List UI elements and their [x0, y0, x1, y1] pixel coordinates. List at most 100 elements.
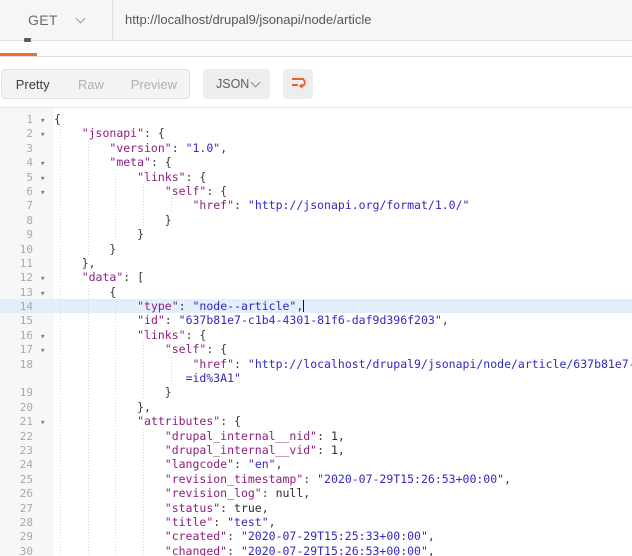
- preview-button[interactable]: Preview: [119, 70, 189, 98]
- indent-guides: [54, 140, 110, 156]
- line-number: 2: [26, 127, 33, 141]
- line-number: 7: [26, 199, 33, 213]
- line-number: 28: [19, 515, 33, 529]
- indent-guides: [54, 241, 110, 256]
- indent-guides: [54, 457, 165, 472]
- line-number: 10: [19, 242, 33, 256]
- line-number: 4: [26, 156, 33, 170]
- language-dropdown[interactable]: JSON: [203, 69, 270, 99]
- code-line[interactable]: 26 "revision_log": null,: [0, 486, 632, 501]
- json-token: ,: [337, 428, 345, 443]
- json-token: "changed": [164, 543, 228, 556]
- line-number: 12: [19, 271, 33, 285]
- code-line[interactable]: 24 "langcode": "en",: [0, 457, 632, 472]
- json-token: ,: [275, 457, 283, 472]
- code-line[interactable]: 19 }: [0, 385, 632, 400]
- code-line[interactable]: 29 "created": "2020-07-29T15:25:33+00:00…: [0, 529, 632, 544]
- line-number: 1: [26, 113, 33, 126]
- code-line[interactable]: 13 ▾ {: [0, 284, 632, 300]
- indent-guides: [54, 471, 165, 487]
- json-token: : {: [150, 155, 172, 170]
- raw-button[interactable]: Raw: [63, 70, 118, 98]
- line-number: 6: [26, 184, 33, 198]
- indent-guides: [54, 270, 82, 285]
- line-number: 13: [19, 285, 33, 299]
- code-line[interactable]: 27 "status": true,: [0, 500, 632, 515]
- response-tab-strip: [0, 38, 632, 57]
- json-token: :: [178, 299, 193, 314]
- json-token: "id": [137, 313, 165, 328]
- json-token: : {: [206, 183, 228, 198]
- indent-guides: [54, 543, 165, 556]
- json-token: "version": [109, 140, 172, 155]
- json-token: "created": [164, 529, 228, 544]
- code-line[interactable]: =id%3A1": [0, 371, 632, 386]
- code-line[interactable]: 30 "changed": "2020-07-29T15:26:53+00:00…: [0, 543, 632, 556]
- indent-guides: [54, 255, 82, 271]
- code-line[interactable]: 22 "drupal_internal__nid": 1,: [0, 428, 632, 443]
- json-token: :: [234, 198, 248, 213]
- json-token: ,: [296, 299, 304, 314]
- line-number: 8: [26, 213, 33, 227]
- code-line[interactable]: 10 }: [0, 241, 632, 256]
- json-token: "meta": [109, 155, 151, 170]
- indent-guides: [54, 414, 138, 429]
- json-token: "2020-07-29T15:25:33+00:00": [240, 529, 428, 544]
- indent-guides: [54, 313, 138, 328]
- code-line[interactable]: 11 },: [0, 255, 632, 271]
- pretty-button[interactable]: Pretty: [2, 70, 63, 98]
- indent-guides: [54, 356, 193, 372]
- code-line[interactable]: 20 },: [0, 399, 632, 415]
- code-line[interactable]: 15 "id": "637b81e7-c1b4-4301-81f6-daf9d3…: [0, 313, 632, 328]
- code-line[interactable]: 5 ▾ "links": {: [0, 169, 632, 184]
- json-token: ,: [261, 500, 269, 515]
- json-token: =id%3A1": [185, 371, 241, 386]
- view-mode-toggle: Pretty Raw Preview: [1, 69, 190, 99]
- json-token: : {: [185, 327, 207, 342]
- json-token: "revision_timestamp": [164, 471, 304, 486]
- json-token: "self": [164, 183, 207, 198]
- response-body[interactable]: 1 ▾{2 ▾ "jsonapi": {3 "version": "1.0", 4 ▾ …: [0, 108, 632, 556]
- json-token: :: [227, 543, 241, 556]
- indent-guides: [54, 169, 138, 184]
- code-line[interactable]: 3 "version": "1.0",: [0, 140, 632, 156]
- code-line[interactable]: 21 ▾ "attributes": {: [0, 414, 632, 429]
- indent-guides: [54, 327, 138, 343]
- method-dropdown[interactable]: GET: [0, 0, 113, 40]
- code-line[interactable]: 9 }: [0, 227, 632, 242]
- code-line[interactable]: 28 "title": "test",: [0, 514, 632, 530]
- json-token: :: [164, 313, 179, 328]
- json-token: ,: [441, 313, 449, 328]
- json-token: :: [213, 514, 228, 529]
- code-line[interactable]: 16 ▾ "links": {: [0, 327, 632, 343]
- code-line[interactable]: 1 ▾{: [0, 112, 632, 126]
- indent-guides: [54, 500, 165, 515]
- json-token: "test": [227, 514, 269, 529]
- json-token: :: [261, 486, 276, 501]
- json-token: :: [234, 457, 248, 472]
- code-line[interactable]: 14 "type": "node--article",: [0, 299, 632, 314]
- text-cursor: [303, 300, 305, 313]
- code-line[interactable]: 17 ▾ "self": {: [0, 342, 632, 357]
- json-token: 1: [330, 428, 338, 443]
- code-line[interactable]: 2 ▾ "jsonapi": {: [0, 126, 632, 141]
- code-line[interactable]: 4 ▾ "meta": {: [0, 155, 632, 170]
- code-line[interactable]: 18 "href": "http://localhost/drupal9/jso…: [0, 356, 632, 372]
- code-line[interactable]: 8 }: [0, 212, 632, 228]
- indent-guides: [54, 183, 165, 199]
- code-line[interactable]: 25 "revision_timestamp": "2020-07-29T15:…: [0, 471, 632, 487]
- wrap-text-icon: [289, 74, 307, 95]
- indent-guides: [54, 155, 110, 170]
- code-line[interactable]: 12 ▾ "data": [: [0, 270, 632, 285]
- indent-guides: [54, 371, 186, 386]
- json-token: 1: [330, 442, 338, 457]
- wrap-text-button[interactable]: [283, 69, 313, 99]
- json-token: "langcode": [164, 457, 235, 472]
- json-token: "title": [164, 514, 214, 529]
- json-token: :: [317, 428, 331, 443]
- url-input[interactable]: [125, 0, 625, 40]
- code-line[interactable]: 7 "href": "http://jsonapi.org/format/1.0…: [0, 198, 632, 213]
- code-line[interactable]: 23 "drupal_internal__vid": 1,: [0, 442, 632, 458]
- code-line[interactable]: 6 ▾ "self": {: [0, 183, 632, 199]
- json-token: {: [109, 284, 117, 299]
